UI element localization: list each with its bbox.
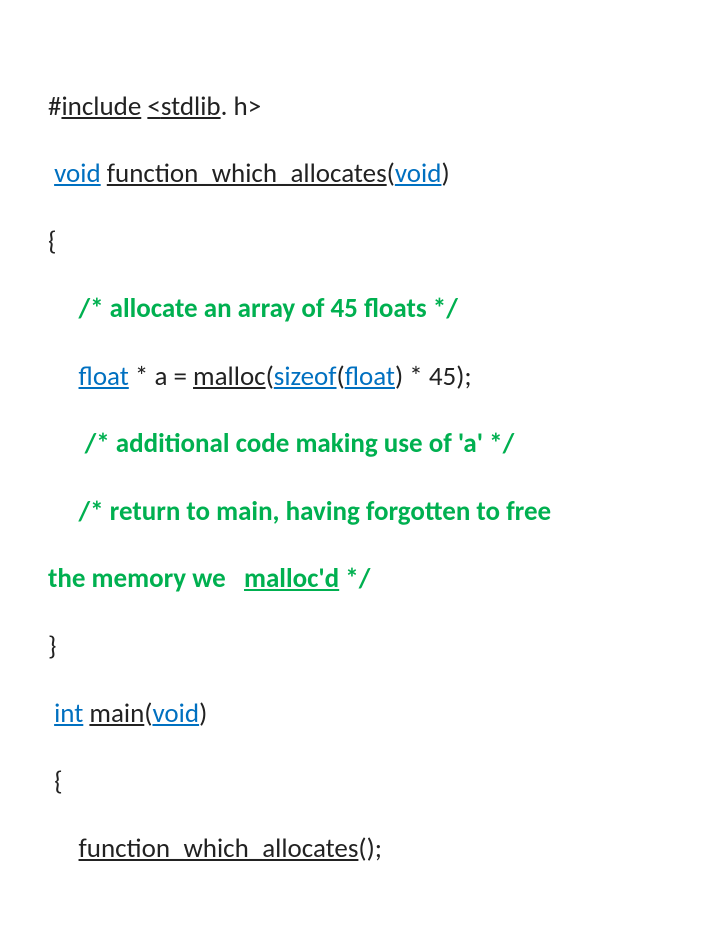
include-keyword: include — [61, 90, 141, 123]
indent — [48, 495, 79, 528]
code-line-5: float * a = malloc(sizeof(float) * 45); — [48, 360, 672, 394]
code-line-8: } — [48, 630, 672, 664]
code-line-3: { — [48, 225, 672, 259]
function-call: function_which_allocates — [79, 832, 359, 865]
mallocd: malloc'd — [244, 562, 339, 595]
code-line-2: void function_which_allocates(void) — [48, 157, 672, 191]
function-name: function_which_allocates — [107, 157, 387, 190]
code-line-7a: /* return to main, having forgotten to f… — [48, 495, 672, 529]
lparen: ( — [144, 697, 152, 730]
comment: /* additional code making use of 'a' */ — [85, 427, 515, 460]
lt: < — [147, 90, 160, 123]
indent — [48, 360, 79, 393]
indent — [48, 832, 79, 865]
code-line-1: #include <stdlib. h> — [48, 90, 672, 124]
code-line-9: int main(void) — [48, 697, 672, 731]
sizeof: sizeof — [274, 360, 337, 393]
indent — [48, 292, 79, 325]
main: main — [89, 697, 144, 730]
lparen: ( — [337, 360, 345, 393]
comment-end: */ — [339, 562, 370, 595]
lparen: ( — [387, 157, 395, 190]
slide: #include <stdlib. h> void function_which… — [0, 0, 720, 540]
float-keyword: float — [345, 360, 395, 393]
gt: > — [248, 90, 261, 123]
code-line-11: function_which_allocates(); — [48, 832, 672, 866]
text: (); — [358, 832, 382, 865]
void-arg: void — [395, 157, 442, 190]
malloc: malloc — [193, 360, 266, 393]
code-line-4: /* allocate an array of 45 floats */ — [48, 292, 672, 326]
code-line-10: { — [48, 765, 672, 799]
code-line-6: /* additional code making use of 'a' */ — [48, 427, 672, 461]
int-keyword: int — [54, 697, 83, 730]
rparen: ) — [199, 697, 207, 730]
void-arg: void — [152, 697, 199, 730]
dot: . — [221, 90, 234, 123]
code-line-7b: the memory we malloc'd */ — [48, 562, 672, 596]
indent — [48, 427, 85, 460]
float-keyword: float — [79, 360, 129, 393]
void-keyword: void — [54, 157, 101, 190]
stdlib: stdlib — [161, 90, 221, 123]
hash: # — [48, 90, 61, 123]
lparen: ( — [266, 360, 274, 393]
comment: /* allocate an array of 45 floats */ — [79, 292, 458, 325]
comment: the memory we — [48, 562, 244, 595]
text: ) * 45); — [395, 360, 472, 393]
rparen: ) — [441, 157, 449, 190]
comment: /* return to main, having forgotten to f… — [79, 495, 558, 528]
h: h — [234, 90, 248, 123]
text: * a = — [129, 360, 193, 393]
code-block: #include <stdlib. h> void function_which… — [48, 56, 672, 934]
